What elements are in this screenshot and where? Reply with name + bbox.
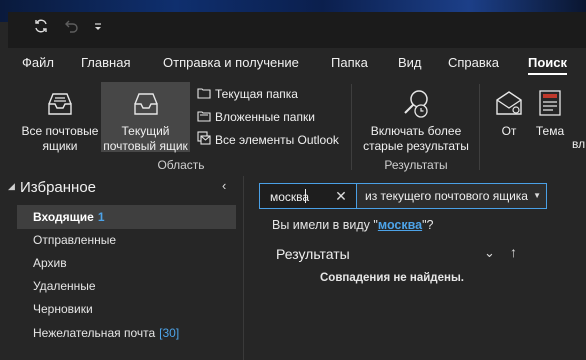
sync-icon[interactable] [30, 12, 52, 48]
all-outlook-items-label: Все элементы Outlook [215, 133, 339, 147]
include-older-results-label: Включать более старые результаты [363, 124, 469, 153]
search-scope-value: из текущего почтового ящика [365, 189, 528, 203]
envelope-person-icon [494, 88, 524, 122]
subject-button[interactable]: Тема [530, 82, 570, 152]
subfolders-label: Вложенные папки [215, 110, 315, 124]
folder-name: Черновики [33, 302, 93, 316]
favorites-heading[interactable]: Избранное [20, 179, 96, 196]
title-bar [8, 12, 586, 48]
tab-help[interactable]: Справка [448, 48, 499, 78]
folder-junk[interactable]: Нежелательная почта [30] [17, 321, 236, 345]
current-mailbox-button[interactable]: Текущий почтовый ящик [101, 82, 190, 153]
ribbon-tabs: Файл Главная Отправка и получение Папка … [8, 48, 586, 78]
folder-deleted[interactable]: Удаленные [17, 274, 236, 298]
search-box: ✕ из текущего почтового ящика ▼ [259, 183, 547, 210]
tab-send-receive[interactable]: Отправка и получение [163, 48, 299, 78]
collapse-favorites-icon[interactable]: ◢ [8, 181, 15, 192]
no-results-message: Совпадения не найдены. [320, 272, 464, 284]
all-outlook-items-button[interactable]: Все элементы Outlook [197, 130, 339, 150]
folder-name: Архив [33, 256, 67, 270]
ribbon-separator [351, 84, 352, 170]
folder-inbox[interactable]: Входящие 1 [17, 205, 236, 229]
mailbox-tray-icon [45, 88, 75, 122]
results-heading: Результаты [276, 246, 350, 262]
tab-search[interactable]: Поиск [528, 48, 568, 78]
unread-count: 1 [97, 210, 105, 224]
subfolders-button[interactable]: Вложенные папки [197, 107, 315, 127]
tab-view[interactable]: Вид [398, 48, 422, 78]
clear-search-icon[interactable]: ✕ [330, 184, 352, 208]
ribbon: Все почтовые ящики Текущий почтовый ящик… [8, 78, 586, 177]
mailbox-tray-icon [131, 88, 161, 122]
unread-count: [30] [159, 326, 180, 340]
tab-file[interactable]: Файл [22, 48, 54, 78]
chevron-down-icon: ▼ [533, 191, 541, 200]
scope-group-label: Область [157, 158, 205, 172]
folder-name: Удаленные [33, 279, 96, 293]
folder-drafts[interactable]: Черновики [17, 297, 236, 321]
all-mailboxes-label: Все почтовые ящики [21, 124, 99, 153]
subject-lines-icon [537, 88, 563, 122]
minimize-pane-icon[interactable]: ‹ [222, 178, 226, 193]
cut-off-ribbon-label[interactable]: вл [572, 134, 585, 154]
folder-archive[interactable]: Архив [17, 251, 236, 275]
folder-name: Входящие [33, 210, 94, 224]
folder-name: Отправленные [33, 233, 117, 247]
current-folder-label: Текущая папка [215, 87, 298, 101]
outlook-items-icon [197, 131, 211, 151]
subfolders-icon [197, 108, 211, 128]
include-older-results-button[interactable]: Включать более старые результаты [360, 82, 472, 153]
suggest-suffix: "? [422, 218, 434, 232]
sort-up-arrow-icon[interactable]: ↑ [510, 244, 517, 260]
search-scope-dropdown[interactable]: из текущего почтового ящика ▼ [357, 184, 546, 208]
customize-quick-access-icon[interactable] [90, 12, 106, 48]
from-button[interactable]: От [488, 82, 530, 152]
undo-icon[interactable] [60, 12, 82, 48]
ribbon-separator [479, 84, 480, 170]
tab-home[interactable]: Главная [81, 48, 130, 78]
from-label: От [501, 124, 517, 138]
results-group-label: Результаты [384, 158, 448, 172]
folder-icon [197, 85, 211, 105]
folder-sent[interactable]: Отправленные [17, 228, 236, 252]
text-cursor [305, 189, 306, 203]
current-mailbox-label: Текущий почтовый ящик [103, 124, 188, 153]
suggestion-link[interactable]: москва [378, 218, 422, 232]
did-you-mean: Вы имели в виду "москва"? [272, 218, 433, 232]
navigation-pane: ◢ Избранное ‹ Входящие 1 Отправленные Арх… [8, 176, 243, 360]
tab-folder[interactable]: Папка [331, 48, 368, 78]
search-clock-icon [399, 88, 433, 124]
search-results-pane: ✕ из текущего почтового ящика ▼ Вы имели… [244, 176, 586, 360]
suggest-prefix: Вы имели в виду " [272, 218, 378, 232]
current-folder-button[interactable]: Текущая папка [197, 84, 298, 104]
chevron-down-icon[interactable]: ⌄ [484, 245, 495, 261]
all-mailboxes-button[interactable]: Все почтовые ящики [16, 82, 104, 153]
folder-name: Нежелательная почта [33, 326, 156, 340]
subject-label: Тема [535, 124, 565, 138]
